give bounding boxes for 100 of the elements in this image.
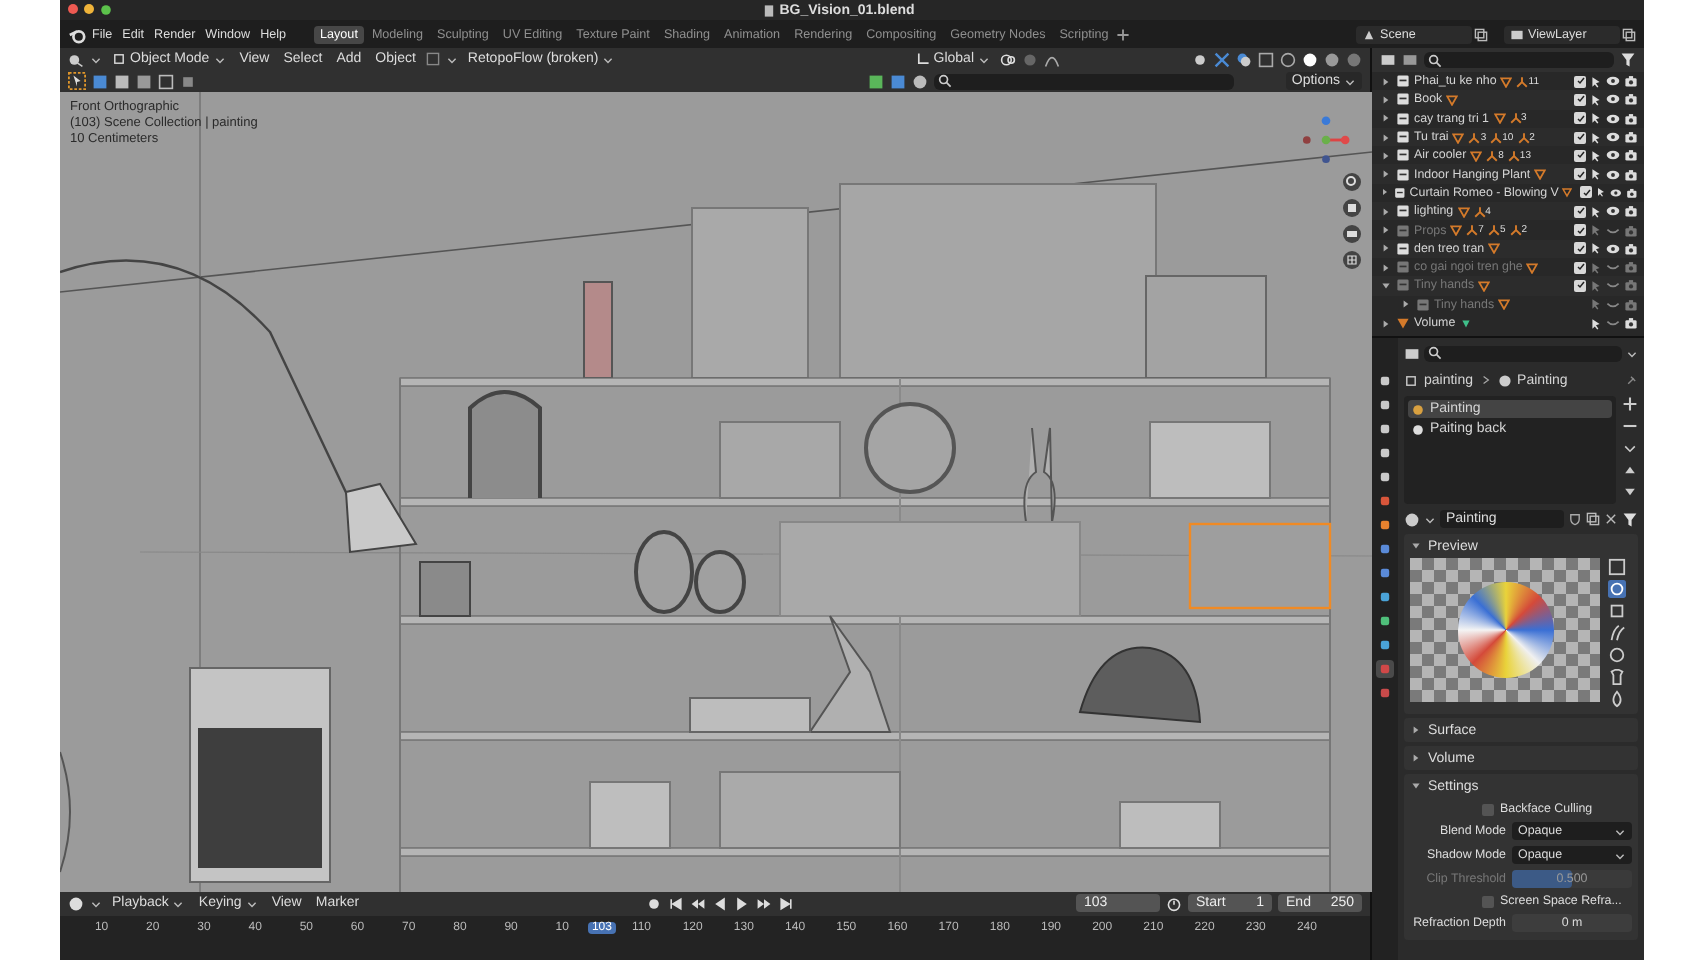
caret-icon[interactable] [90,53,102,66]
move-down-icon[interactable] [1622,484,1638,500]
property-tab[interactable] [1376,468,1394,486]
exclude-checkbox[interactable] [1574,93,1586,106]
copy-icon[interactable] [1586,512,1600,526]
material-shading-icon[interactable] [1324,51,1340,68]
eye-icon[interactable] [1606,241,1620,256]
zoom-icon[interactable] [1342,171,1362,192]
camera-icon[interactable] [1624,92,1638,107]
property-tab[interactable] [1376,444,1394,462]
exclude-checkbox[interactable] [1574,205,1586,218]
hair-preview-icon[interactable] [1608,624,1626,642]
expand-right-icon[interactable] [1380,131,1392,144]
minimize-button[interactable] [84,4,94,14]
grid-icon[interactable] [1342,249,1362,270]
editor-type-icon[interactable] [68,51,84,68]
cube-preview-icon[interactable] [1608,602,1626,620]
funnel-icon[interactable] [1622,511,1638,527]
eye-icon[interactable] [1606,74,1620,89]
sphere-preview-icon[interactable] [1608,580,1626,598]
exclude-checkbox[interactable] [1574,168,1586,181]
select-new-icon[interactable] [92,73,108,90]
eye-icon[interactable] [1606,130,1620,145]
exclude-checkbox[interactable] [1574,131,1586,144]
exclude-checkbox[interactable] [1574,75,1586,88]
expand-down-icon[interactable] [1410,540,1422,552]
move-up-icon[interactable] [1622,462,1638,478]
expand-right-icon[interactable] [1380,75,1392,88]
property-tab[interactable] [1376,540,1394,558]
camera-icon[interactable] [1624,316,1638,330]
add-slot-icon[interactable] [1622,396,1638,412]
search-field[interactable] [1424,345,1622,361]
monkey-preview-icon[interactable] [1608,646,1626,664]
property-tab[interactable] [1376,372,1394,390]
camera-icon[interactable] [1626,185,1639,200]
expand-right-icon[interactable] [1380,317,1392,329]
property-tab[interactable] [1376,588,1394,606]
exclude-checkbox[interactable] [1580,186,1593,199]
add-icon[interactable] [1116,27,1131,41]
cloth-preview-icon[interactable] [1608,668,1626,686]
expand-right-icon[interactable] [1380,149,1392,162]
display-mode-icon[interactable] [1402,52,1418,68]
select-invert-icon[interactable] [158,73,174,90]
expand-right-icon[interactable] [1380,205,1392,218]
expand-down-icon[interactable] [1410,780,1422,792]
camera-icon[interactable] [1624,74,1638,89]
pin-icon[interactable] [1624,373,1638,387]
caret-icon[interactable] [1424,513,1436,525]
property-tab[interactable] [1376,492,1394,510]
select-tool-icon[interactable] [68,72,86,91]
caret-icon[interactable] [213,53,226,66]
camera-icon[interactable] [1624,167,1638,182]
checkbox[interactable] [1482,895,1494,907]
eye-icon[interactable] [1610,185,1623,200]
expand-right-icon[interactable] [1410,724,1422,736]
fake-user-shield-icon[interactable] [1568,512,1582,526]
eye-icon[interactable] [1606,148,1620,163]
clock-editor-icon[interactable] [68,895,84,912]
expand-right-icon[interactable] [1380,242,1392,255]
eye-icon[interactable] [1606,167,1620,182]
camera-icon[interactable] [1624,241,1638,256]
expand-right-icon[interactable] [1380,186,1390,199]
stopwatch-icon[interactable] [1166,895,1183,912]
exclude-checkbox[interactable] [1574,149,1586,162]
transform-icon[interactable] [425,52,440,67]
camera-icon[interactable] [1624,130,1638,145]
caret-icon[interactable] [1626,347,1638,359]
caret-icon[interactable] [172,897,185,910]
camera-icon[interactable] [1624,148,1638,163]
close-icon[interactable] [1604,512,1618,526]
eye-closed-icon[interactable] [1606,316,1620,330]
rendered-shading-icon[interactable] [1346,51,1362,68]
gizmo-toggle-icon[interactable] [1214,51,1230,68]
camera-icon[interactable] [1624,111,1638,126]
color-picker-icon[interactable] [868,73,884,90]
xray-icon[interactable] [1258,51,1274,68]
record-icon[interactable] [645,895,662,912]
camera-view-icon[interactable] [1342,223,1362,244]
jump-start-icon[interactable] [667,895,684,912]
jump-end-icon[interactable] [777,895,794,912]
property-tab[interactable] [1376,516,1394,534]
exclude-checkbox[interactable] [1574,242,1586,255]
expand-right-icon[interactable] [1380,112,1392,125]
property-tab[interactable] [1376,612,1394,630]
properties-editor-icon[interactable] [1404,345,1420,361]
expand-right-icon[interactable] [1410,752,1422,764]
filter-icon[interactable] [1620,52,1636,68]
search-field[interactable] [1424,52,1614,68]
pan-hand-icon[interactable] [1342,197,1362,218]
caret-icon[interactable] [1344,75,1356,88]
select-intersect-icon[interactable] [180,73,196,90]
property-tab[interactable] [1376,420,1394,438]
expand-right-icon[interactable] [1380,168,1392,181]
property-tab[interactable] [1376,636,1394,654]
visibility-icon[interactable] [1192,51,1208,68]
caret-icon[interactable] [90,897,102,910]
select-subtract-icon[interactable] [136,73,152,90]
search-field[interactable] [934,73,1234,90]
object-icon[interactable] [890,73,906,90]
eye-icon[interactable] [1606,111,1620,126]
